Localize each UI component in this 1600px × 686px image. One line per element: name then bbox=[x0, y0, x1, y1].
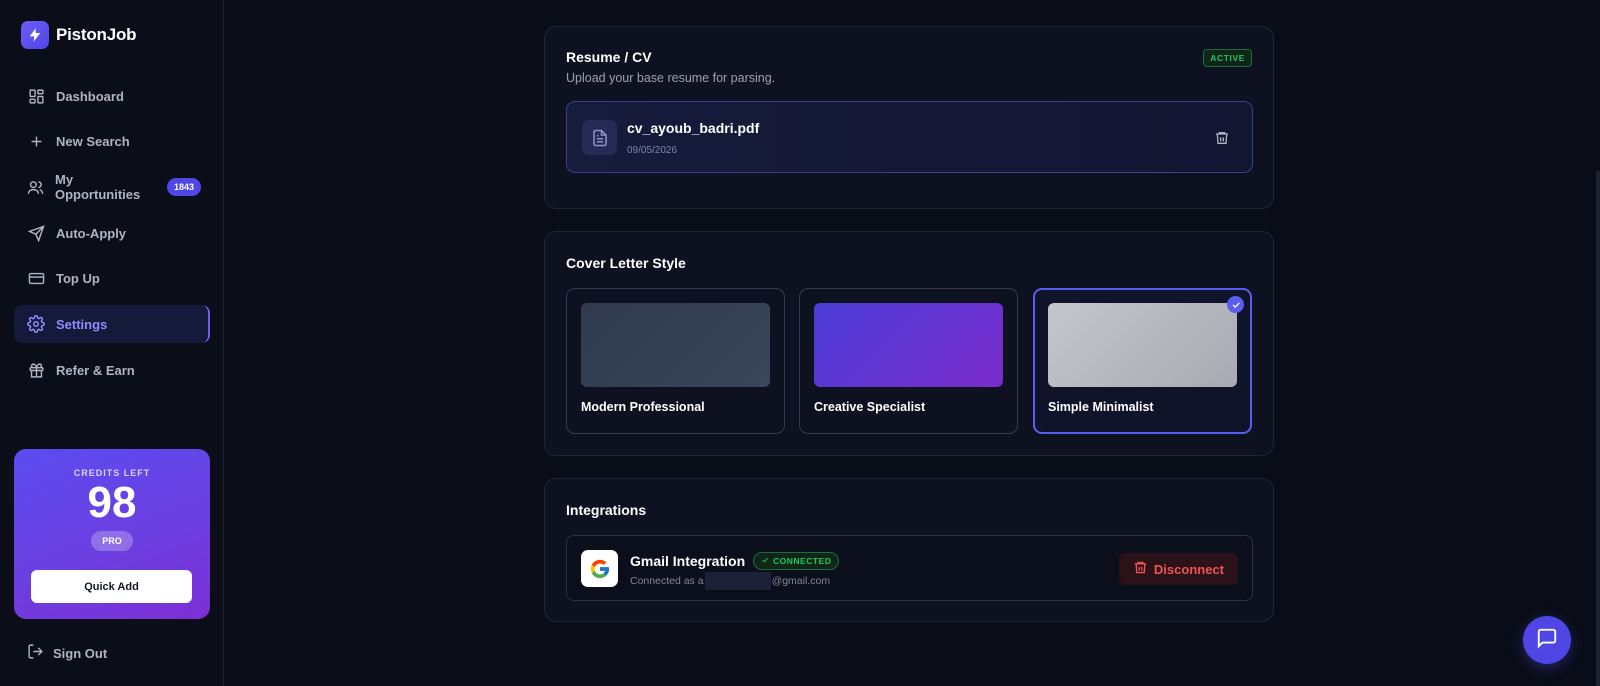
sidebar-item-label: Dashboard bbox=[56, 88, 124, 104]
trash-icon[interactable] bbox=[1212, 128, 1232, 148]
connected-badge: CONNECTED bbox=[753, 552, 840, 570]
app-root: PistonJob Dashboard New Search My Opport… bbox=[0, 0, 1600, 686]
credits-card: CREDITS LEFT 98 PRO Quick Add bbox=[14, 449, 210, 619]
check-icon bbox=[1227, 296, 1244, 313]
sidebar-item-label: Auto-Apply bbox=[56, 225, 127, 241]
sidebar-nav: Dashboard New Search My Opportunities 18… bbox=[14, 77, 210, 397]
brand[interactable]: PistonJob bbox=[21, 21, 137, 49]
style-label: Simple Minimalist bbox=[1048, 400, 1154, 414]
users-icon bbox=[27, 178, 44, 196]
google-icon bbox=[581, 550, 618, 587]
resume-subtitle: Upload your base resume for parsing. bbox=[566, 71, 776, 85]
check-icon bbox=[761, 556, 769, 566]
dashboard-icon bbox=[27, 87, 45, 105]
style-label: Creative Specialist bbox=[814, 400, 926, 414]
redacted-email bbox=[704, 572, 771, 590]
disconnect-button[interactable]: Disconnect bbox=[1118, 553, 1238, 585]
document-icon bbox=[582, 120, 617, 155]
sidebar-item-my-opportunities[interactable]: My Opportunities 1843 bbox=[14, 168, 210, 206]
style-option-simple-minimalist[interactable]: Simple Minimalist bbox=[1033, 288, 1252, 434]
sidebar-item-settings[interactable]: Settings bbox=[14, 305, 210, 344]
style-preview bbox=[814, 303, 1003, 387]
sign-out-label: Sign Out bbox=[53, 645, 108, 661]
sidebar-item-label: My Opportunities bbox=[55, 172, 141, 203]
sign-out-button[interactable]: Sign Out bbox=[27, 643, 107, 663]
style-option-creative-specialist[interactable]: Creative Specialist bbox=[799, 288, 1018, 434]
gear-icon bbox=[27, 315, 45, 334]
gmail-integration-row: Gmail Integration CONNECTED Connected as… bbox=[566, 535, 1253, 601]
sidebar-item-label: Settings bbox=[56, 316, 108, 332]
file-date: 09/05/2026 bbox=[627, 145, 678, 156]
sidebar-item-label: Top Up bbox=[56, 271, 100, 287]
sign-out-icon bbox=[27, 643, 44, 663]
resume-card: Resume / CV Upload your base resume for … bbox=[544, 26, 1274, 209]
connected-email: Connected as a @gmail.com bbox=[630, 572, 830, 590]
cover-letter-style-card: Cover Letter Style Modern Professional C… bbox=[544, 231, 1274, 456]
brand-name: PistonJob bbox=[56, 25, 137, 44]
chat-icon bbox=[1536, 627, 1558, 654]
plan-badge: PRO bbox=[91, 531, 133, 551]
sidebar-item-top-up[interactable]: Top Up bbox=[14, 260, 210, 298]
style-label: Modern Professional bbox=[581, 400, 705, 414]
send-icon bbox=[27, 224, 45, 242]
integrations-card: Integrations Gmail Integration CONNECTED… bbox=[544, 478, 1274, 622]
plus-icon bbox=[27, 133, 45, 151]
cover-letter-title: Cover Letter Style bbox=[566, 255, 686, 271]
resume-title: Resume / CV bbox=[566, 49, 652, 65]
gift-icon bbox=[27, 361, 45, 379]
opportunities-count-badge: 1843 bbox=[166, 178, 201, 197]
style-option-modern-professional[interactable]: Modern Professional bbox=[566, 288, 785, 434]
sidebar-item-new-search[interactable]: New Search bbox=[14, 123, 210, 161]
sidebar-item-refer-earn[interactable]: Refer & Earn bbox=[14, 351, 210, 389]
status-badge: ACTIVE bbox=[1203, 49, 1252, 67]
trash-icon bbox=[1133, 560, 1148, 578]
connected-label: CONNECTED bbox=[773, 556, 832, 566]
style-preview bbox=[581, 303, 770, 387]
integrations-title: Integrations bbox=[566, 502, 647, 518]
chat-button[interactable] bbox=[1523, 616, 1571, 664]
quick-add-button[interactable]: Quick Add bbox=[31, 570, 192, 603]
file-name: cv_ayoub_badri.pdf bbox=[627, 120, 760, 136]
sidebar-item-auto-apply[interactable]: Auto-Apply bbox=[14, 214, 210, 252]
sidebar-item-dashboard[interactable]: Dashboard bbox=[14, 77, 210, 115]
resume-file[interactable]: cv_ayoub_badri.pdf 09/05/2026 bbox=[566, 101, 1253, 173]
lightning-icon bbox=[21, 21, 49, 49]
sidebar-item-label: New Search bbox=[56, 134, 130, 150]
disconnect-label: Disconnect bbox=[1153, 561, 1224, 577]
sidebar: PistonJob Dashboard New Search My Opport… bbox=[0, 0, 224, 686]
sidebar-item-label: Refer & Earn bbox=[56, 362, 135, 378]
integration-name: Gmail Integration bbox=[630, 553, 746, 569]
credits-label: CREDITS LEFT bbox=[73, 468, 151, 478]
email-suffix: @gmail.com bbox=[771, 574, 831, 587]
email-prefix: Connected as a bbox=[630, 574, 704, 587]
credits-value: 98 bbox=[87, 478, 137, 527]
scrollbar[interactable] bbox=[1596, 171, 1600, 686]
style-preview bbox=[1048, 303, 1237, 387]
credit-card-icon bbox=[27, 270, 45, 288]
